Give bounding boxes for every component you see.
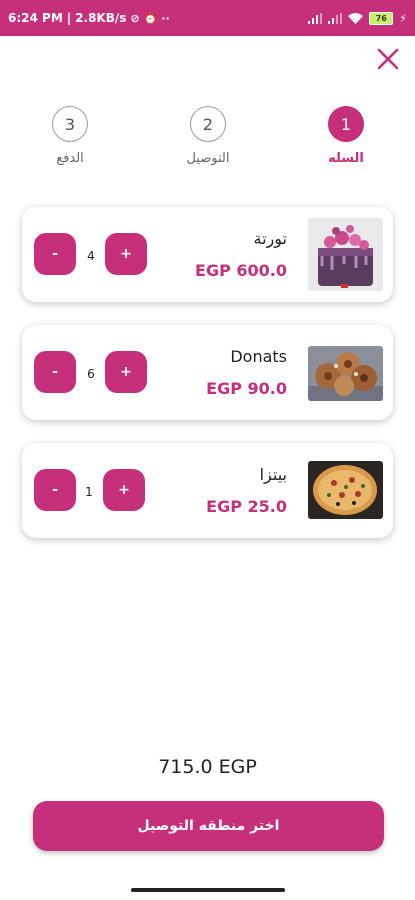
pizza-image	[308, 461, 383, 519]
step-number: 3	[52, 106, 88, 142]
step-label: السله	[328, 151, 364, 166]
cart-item: تورتة EGP 600.0 + 4 -	[22, 207, 393, 302]
battery-icon: 76	[369, 11, 394, 25]
status-bar: 6:24 PM | 2.8KB/s ⊘ ⏰ ·· 76 ⚡	[0, 0, 415, 36]
status-time: 6:24 PM	[8, 11, 63, 25]
item-price: EGP 25.0	[206, 497, 287, 516]
cart-total: 715.0 EGP	[158, 756, 257, 778]
step-delivery[interactable]: 2 التوصيل	[168, 106, 248, 166]
cart-item: Donats EGP 90.0 + 6 -	[22, 325, 393, 420]
status-bar-left: 6:24 PM | 2.8KB/s ⊘ ⏰ ··	[8, 11, 170, 25]
choose-delivery-area-button[interactable]: اختر منطقه التوصيل	[33, 801, 384, 851]
item-name: تورتة	[253, 229, 287, 248]
increase-quantity-button[interactable]: +	[105, 351, 147, 393]
wifi-icon	[348, 12, 364, 24]
item-name: Donats	[230, 347, 287, 366]
increase-quantity-button[interactable]: +	[103, 469, 145, 511]
item-name: بيتزا	[259, 465, 287, 484]
item-quantity: 1	[85, 485, 93, 499]
cart-item: بيتزا EGP 25.0 + 1 -	[22, 443, 393, 538]
item-quantity: 6	[87, 367, 95, 381]
alarm-icon: ⏰	[143, 11, 158, 25]
checkout-steps: 1 السله 2 التوصيل 3 الدفع	[0, 106, 415, 186]
donuts-image	[308, 346, 383, 401]
decrease-quantity-button[interactable]: -	[34, 469, 76, 511]
decrease-quantity-button[interactable]: -	[34, 233, 76, 275]
step-label: الدفع	[56, 151, 84, 166]
step-number: 1	[328, 106, 364, 142]
network-speed: 2.8KB/s	[75, 11, 127, 25]
status-separator: |	[66, 11, 72, 25]
home-indicator[interactable]	[131, 888, 285, 892]
charging-icon: ⚡	[399, 11, 407, 25]
increase-quantity-button[interactable]: +	[105, 233, 147, 275]
step-cart[interactable]: 1 السله	[306, 106, 386, 166]
signal-icon-2	[328, 12, 343, 24]
more-notifications-icon: ··	[161, 11, 170, 25]
step-number: 2	[190, 106, 226, 142]
decrease-quantity-button[interactable]: -	[34, 351, 76, 393]
step-payment[interactable]: 3 الدفع	[30, 106, 110, 166]
status-bar-right: 76 ⚡	[308, 11, 407, 25]
item-price: EGP 90.0	[206, 379, 287, 398]
signal-icon	[308, 12, 323, 24]
mute-icon: ⊘	[130, 11, 140, 25]
step-label: التوصيل	[186, 151, 230, 166]
item-price: EGP 600.0	[195, 261, 287, 280]
cake-image	[308, 218, 383, 291]
item-quantity: 4	[87, 249, 95, 263]
close-icon[interactable]	[375, 46, 401, 72]
